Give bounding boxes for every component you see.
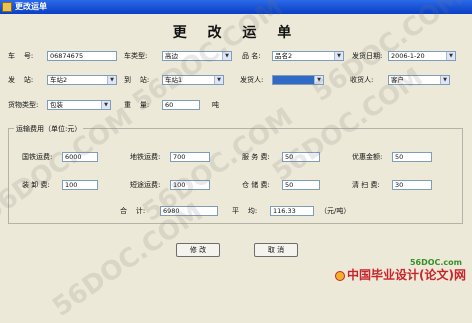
modify-button[interactable]: 修 改 — [176, 243, 220, 257]
product-value: 品名2 — [275, 52, 293, 60]
from-station-value: 车站2 — [50, 76, 68, 84]
globe-icon — [335, 270, 346, 281]
transport-fees-title: 运输费用（单位:元） — [14, 124, 84, 134]
app-icon — [2, 2, 12, 12]
chevron-down-icon[interactable]: ▼ — [107, 76, 116, 84]
short-haul-label: 短途运费: — [130, 181, 161, 189]
average-label: 平 均: — [232, 207, 258, 215]
cargo-type-label: 货物类型: — [8, 101, 39, 109]
chevron-down-icon[interactable]: ▼ — [214, 76, 223, 84]
footer-brand: 中国毕业设计(论文)网 — [335, 266, 466, 283]
product-label: 品 名: — [242, 52, 261, 60]
from-station-select[interactable]: 车站2 ▼ — [47, 75, 117, 85]
loading-fee-field[interactable]: 100 — [62, 180, 98, 190]
discount-label: 优惠金额: — [352, 153, 383, 161]
window-title: 更改运单 — [15, 2, 47, 11]
car-type-label: 车类型: — [124, 52, 148, 60]
watermark-text: 56DOC.COM — [127, 0, 289, 118]
title-bar[interactable]: 更改运单 — [0, 0, 472, 14]
edit-waybill-window: 更改运单 更 改 运 单 车 号: 06874675 车类型: 高边 ▼ 品 名… — [0, 0, 472, 323]
shipper-label: 发货人: — [240, 76, 264, 84]
cleaning-fee-label: 清 扫 费: — [352, 181, 380, 189]
chevron-down-icon[interactable]: ▼ — [440, 76, 449, 84]
local-rail-label: 地铁运费: — [130, 153, 161, 161]
cancel-button[interactable]: 取 消 — [254, 243, 298, 257]
chevron-down-icon[interactable]: ▼ — [101, 101, 110, 109]
average-field[interactable]: 116.33 — [270, 206, 314, 216]
weight-unit: 吨 — [212, 101, 219, 109]
cleaning-fee-field[interactable]: 30 — [392, 180, 432, 190]
from-station-label: 发 站: — [8, 76, 34, 84]
car-no-label: 车 号: — [8, 52, 34, 60]
chevron-down-icon[interactable]: ▼ — [446, 52, 455, 60]
cargo-type-select[interactable]: 包装 ▼ — [47, 100, 111, 110]
storage-fee-label: 仓 储 费: — [242, 181, 270, 189]
product-select[interactable]: 品名2 ▼ — [272, 51, 344, 61]
car-no-field[interactable]: 06874675 — [47, 51, 117, 61]
footer-brand-text: 中国毕业设计(论文)网 — [347, 268, 466, 282]
average-unit: （元/吨） — [320, 207, 351, 215]
cargo-type-value: 包装 — [50, 101, 63, 109]
discount-field[interactable]: 50 — [392, 152, 432, 162]
